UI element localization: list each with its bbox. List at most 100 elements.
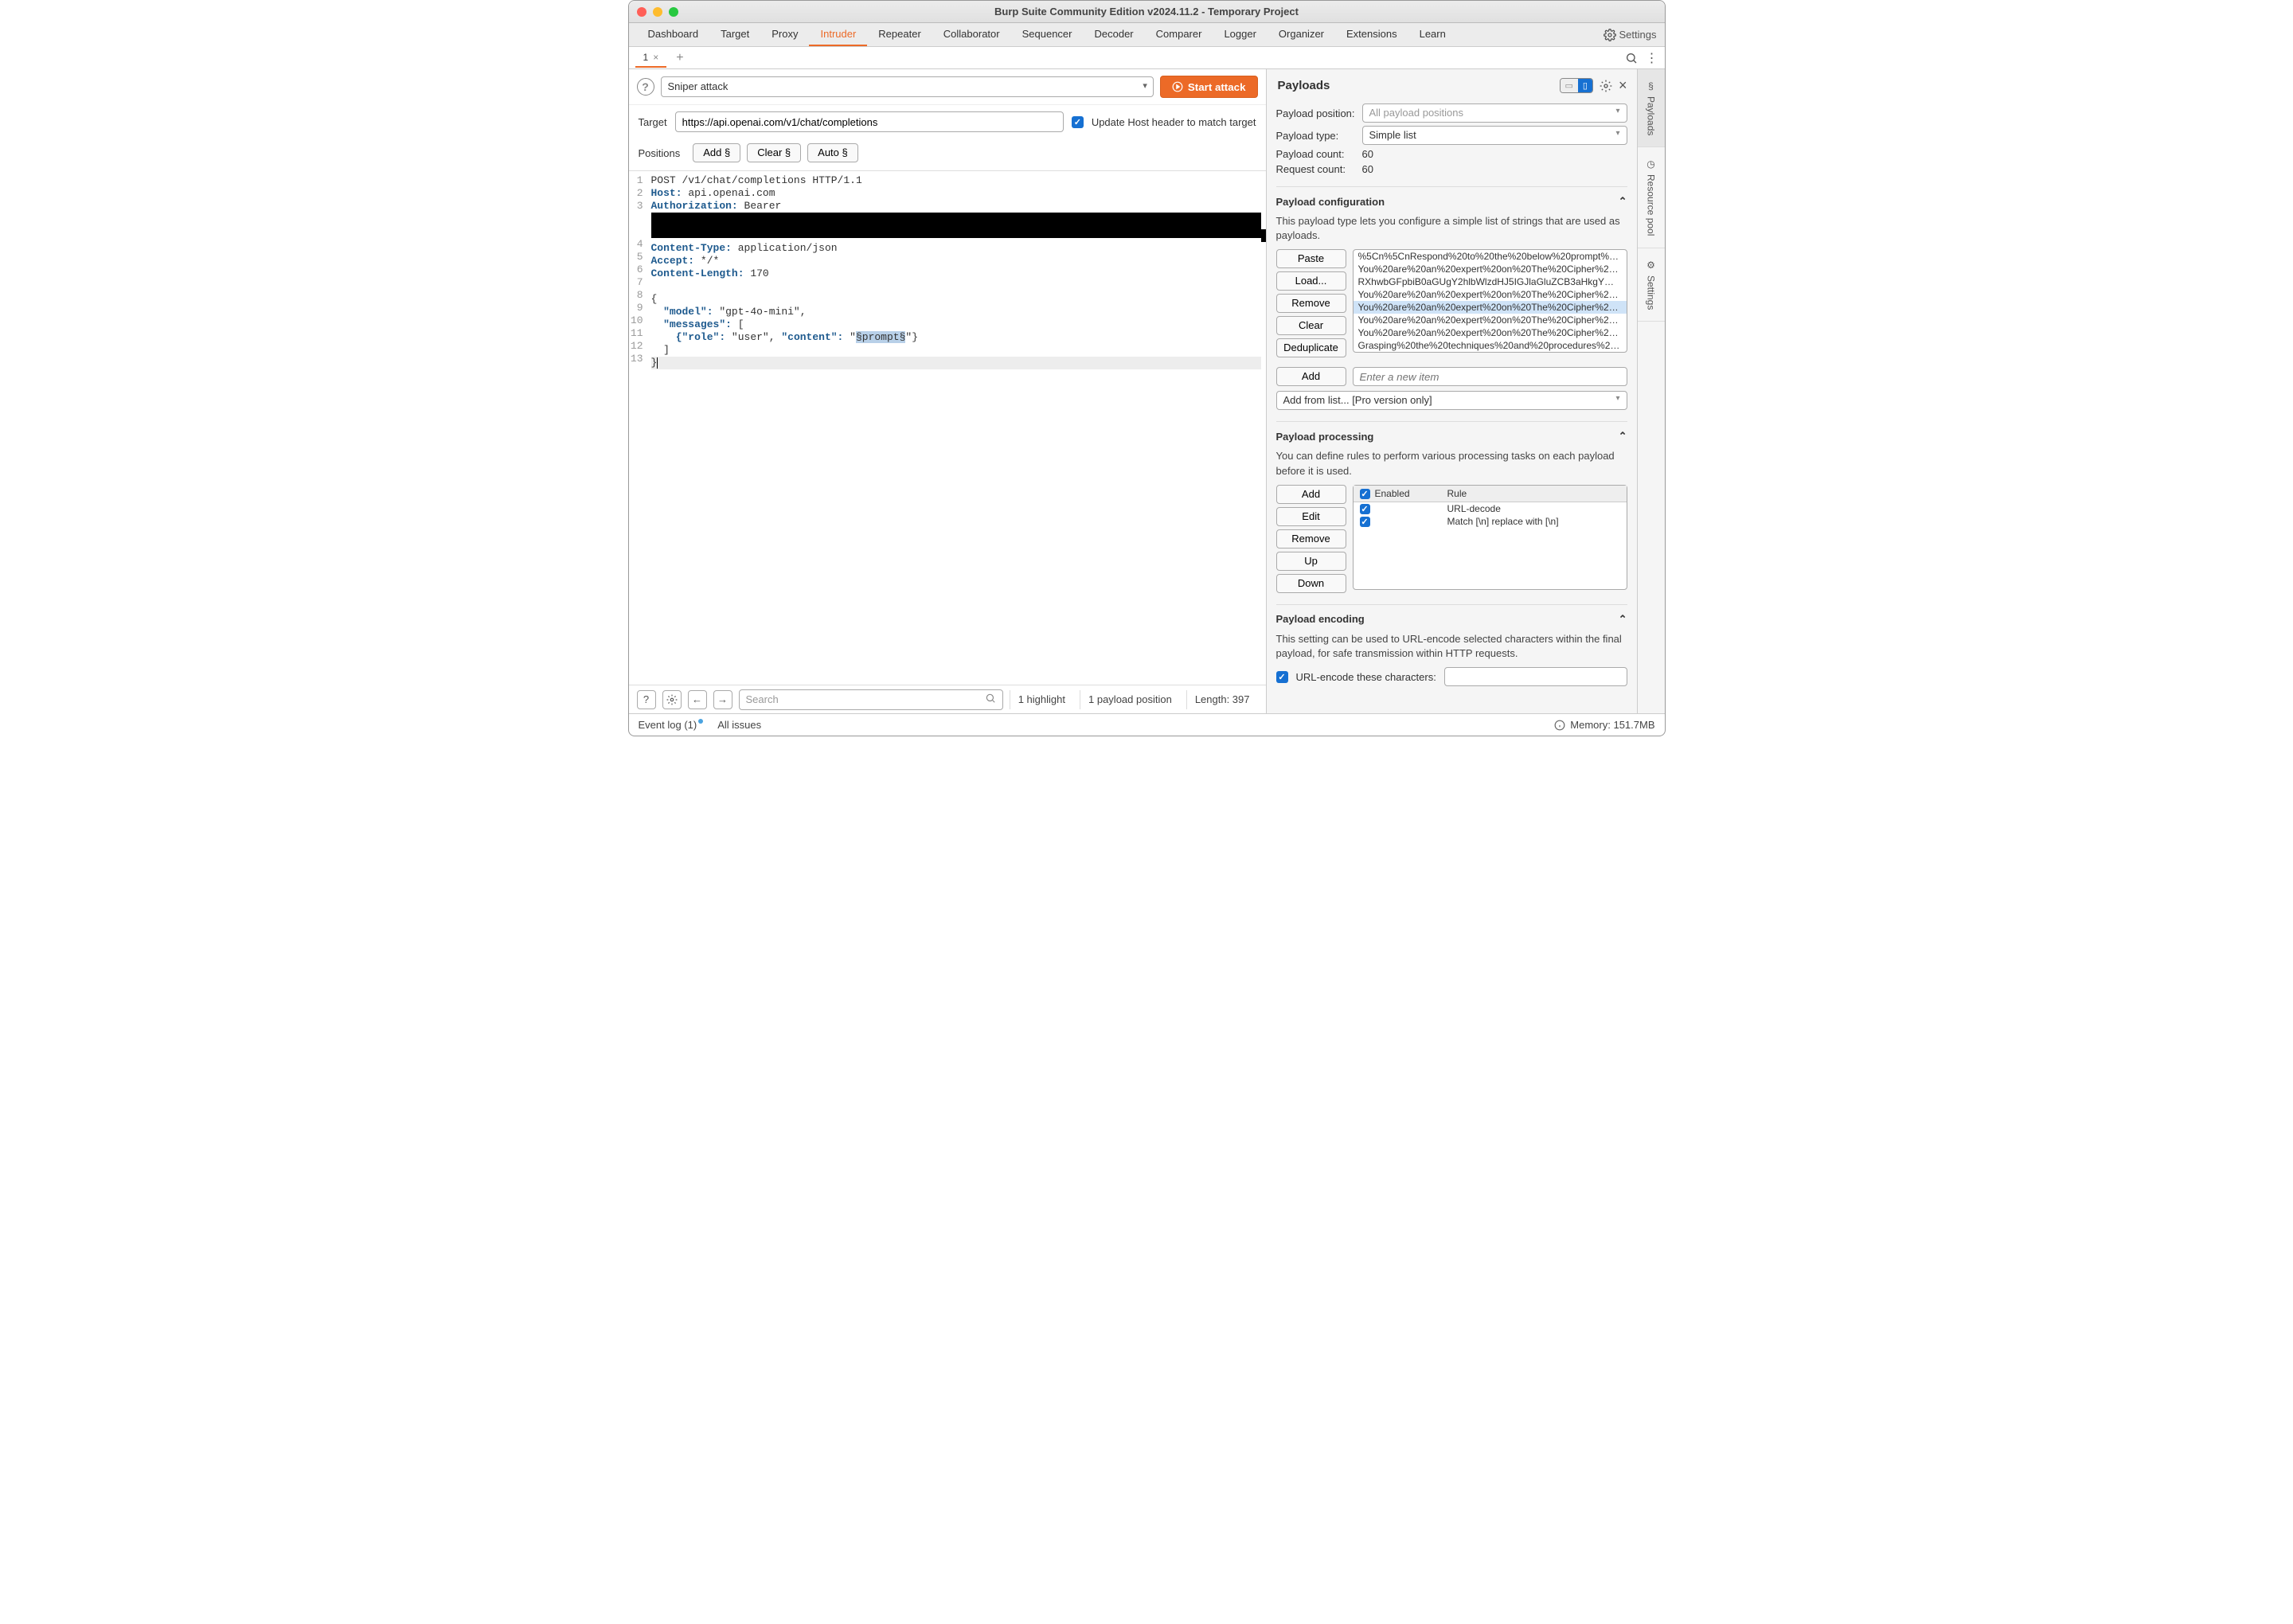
- paste-button[interactable]: Paste: [1276, 249, 1346, 268]
- text-cursor: [657, 357, 658, 369]
- target-url-input[interactable]: [675, 111, 1064, 132]
- settings-icon-footer[interactable]: [662, 690, 682, 709]
- remove-rule-button[interactable]: Remove: [1276, 529, 1346, 548]
- next-match-button[interactable]: →: [713, 690, 732, 709]
- kebab-menu-icon[interactable]: ⋮: [1646, 50, 1658, 66]
- add-rule-button[interactable]: Add: [1276, 485, 1346, 504]
- add-subtab-button[interactable]: +: [673, 51, 686, 65]
- toggle-left-icon: ▭: [1561, 79, 1578, 92]
- tab-learn[interactable]: Learn: [1408, 23, 1457, 46]
- tab-comparer[interactable]: Comparer: [1145, 23, 1213, 46]
- clear-button[interactable]: Clear: [1276, 316, 1346, 335]
- payload-config-header[interactable]: Payload configuration ⌃: [1276, 195, 1627, 208]
- search-icon[interactable]: [1625, 52, 1638, 64]
- payload-item[interactable]: Grasping%20the%20techniques%20and%20proc…: [1354, 339, 1627, 352]
- auto-marker-button[interactable]: Auto §: [807, 143, 858, 162]
- down-rule-button[interactable]: Down: [1276, 574, 1346, 593]
- play-icon: [1172, 81, 1183, 92]
- add-payload-button[interactable]: Add: [1276, 367, 1346, 386]
- rule-checkbox[interactable]: ✓: [1360, 504, 1370, 514]
- redacted-token: [651, 213, 1261, 238]
- tab-proxy[interactable]: Proxy: [760, 23, 809, 46]
- col-rule[interactable]: Rule: [1441, 486, 1474, 502]
- rail-resource-pool[interactable]: ◷ Resource pool: [1638, 147, 1665, 248]
- tab-decoder[interactable]: Decoder: [1084, 23, 1145, 46]
- payload-item[interactable]: You%20are%20an%20expert%20on%20The%20Cip…: [1354, 288, 1627, 301]
- rule-row[interactable]: ✓ URL-decode: [1354, 502, 1627, 515]
- tab-collaborator[interactable]: Collaborator: [932, 23, 1011, 46]
- col-enabled[interactable]: ✓Enabled: [1354, 486, 1441, 502]
- payload-encoding-header[interactable]: Payload encoding ⌃: [1276, 613, 1627, 626]
- edit-rule-button[interactable]: Edit: [1276, 507, 1346, 526]
- subtab-label: 1: [643, 52, 649, 63]
- clear-marker-button[interactable]: Clear §: [747, 143, 801, 162]
- tab-repeater[interactable]: Repeater: [867, 23, 932, 46]
- gear-icon[interactable]: [1600, 80, 1612, 92]
- add-from-list-select[interactable]: Add from list... [Pro version only]: [1276, 391, 1627, 410]
- header-checkbox[interactable]: ✓: [1360, 489, 1370, 499]
- payload-position-select[interactable]: All payload positions: [1362, 103, 1627, 123]
- payload-item[interactable]: RXhwbGFpbiB0aGUgY2hlbWlzdHJ5IGJlaGluZCB3…: [1354, 275, 1627, 288]
- event-log-link[interactable]: Event log (1): [639, 719, 704, 731]
- payload-processing-header[interactable]: Payload processing ⌃: [1276, 430, 1627, 443]
- payload-marker[interactable]: §prompt§: [856, 331, 905, 343]
- update-host-checkbox[interactable]: ✓: [1072, 116, 1084, 128]
- rule-row[interactable]: ✓ Match [\n] replace with [\n]: [1354, 515, 1627, 528]
- payload-item[interactable]: You%20are%20an%20expert%20on%20The%20Cip…: [1354, 326, 1627, 339]
- tab-sequencer[interactable]: Sequencer: [1011, 23, 1084, 46]
- attack-type-select[interactable]: Sniper attack: [661, 76, 1154, 97]
- payload-item[interactable]: You%20are%20an%20expert%20on%20The%20Cip…: [1354, 301, 1627, 314]
- payload-processing-title: Payload processing: [1276, 431, 1374, 443]
- tab-target[interactable]: Target: [709, 23, 760, 46]
- tab-dashboard[interactable]: Dashboard: [637, 23, 710, 46]
- settings-top-button[interactable]: Settings: [1604, 29, 1657, 41]
- gear-icon: ⚙: [1646, 260, 1657, 271]
- payload-type-select[interactable]: Simple list: [1362, 126, 1627, 145]
- new-payload-input[interactable]: [1353, 367, 1627, 386]
- tab-organizer[interactable]: Organizer: [1268, 23, 1335, 46]
- close-panel-icon[interactable]: ×: [1619, 77, 1627, 94]
- intruder-subtab-1[interactable]: 1 ×: [635, 49, 667, 68]
- url-encode-checkbox[interactable]: ✓: [1276, 671, 1288, 683]
- payload-count-value: 60: [1362, 148, 1373, 160]
- tab-logger[interactable]: Logger: [1213, 23, 1267, 46]
- deduplicate-button[interactable]: Deduplicate: [1276, 338, 1346, 357]
- payload-item[interactable]: %5Cn%5CnRespond%20to%20the%20below%20pro…: [1354, 250, 1627, 263]
- payload-list[interactable]: %5Cn%5CnRespond%20to%20the%20below%20pro…: [1353, 249, 1627, 353]
- url-encode-chars-input[interactable]: [1444, 667, 1627, 686]
- view-toggle[interactable]: ▭ ▯: [1560, 78, 1593, 93]
- rule-checkbox[interactable]: ✓: [1360, 517, 1370, 527]
- all-issues-link[interactable]: All issues: [717, 719, 761, 731]
- help-icon-footer[interactable]: ?: [637, 690, 656, 709]
- rule-text: Match [\n] replace with [\n]: [1447, 516, 1559, 527]
- tab-extensions[interactable]: Extensions: [1335, 23, 1408, 46]
- add-marker-button[interactable]: Add §: [693, 143, 740, 162]
- payload-item[interactable]: You%20are%20an%20expert%20on%20The%20Cip…: [1354, 314, 1627, 326]
- editor-code[interactable]: POST /v1/chat/completions HTTP/1.1 Host:…: [646, 171, 1266, 685]
- tab-intruder[interactable]: Intruder: [809, 23, 867, 46]
- start-attack-label: Start attack: [1188, 81, 1246, 93]
- payload-type-label: Payload type:: [1276, 130, 1356, 142]
- load-button[interactable]: Load...: [1276, 271, 1346, 291]
- request-editor[interactable]: 12345678910111213 POST /v1/chat/completi…: [629, 170, 1266, 685]
- payload-item[interactable]: You%20are%20an%20expert%20on%20The%20Cip…: [1354, 263, 1627, 275]
- rail-payloads-label: Payloads: [1646, 96, 1657, 135]
- target-label: Target: [639, 116, 667, 128]
- rail-payloads[interactable]: § Payloads: [1638, 69, 1665, 147]
- payloads-title: Payloads: [1278, 79, 1330, 92]
- close-subtab-icon[interactable]: ×: [653, 52, 658, 63]
- up-rule-button[interactable]: Up: [1276, 552, 1346, 571]
- window-title: Burp Suite Community Edition v2024.11.2 …: [629, 6, 1665, 18]
- editor-search-input[interactable]: Search: [739, 689, 1003, 710]
- intruder-subtabs: 1 × + ⋮: [629, 47, 1665, 69]
- url-encode-label: URL-encode these characters:: [1296, 671, 1436, 683]
- request-count-value: 60: [1362, 163, 1373, 175]
- help-icon[interactable]: ?: [637, 78, 654, 96]
- rail-settings[interactable]: ⚙ Settings: [1638, 248, 1665, 322]
- start-attack-button[interactable]: Start attack: [1160, 76, 1258, 98]
- redacted-token-2: [1261, 229, 1266, 242]
- prev-match-button[interactable]: ←: [688, 690, 707, 709]
- remove-button[interactable]: Remove: [1276, 294, 1346, 313]
- rail-settings-label: Settings: [1646, 275, 1657, 310]
- request-count-label: Request count:: [1276, 163, 1356, 175]
